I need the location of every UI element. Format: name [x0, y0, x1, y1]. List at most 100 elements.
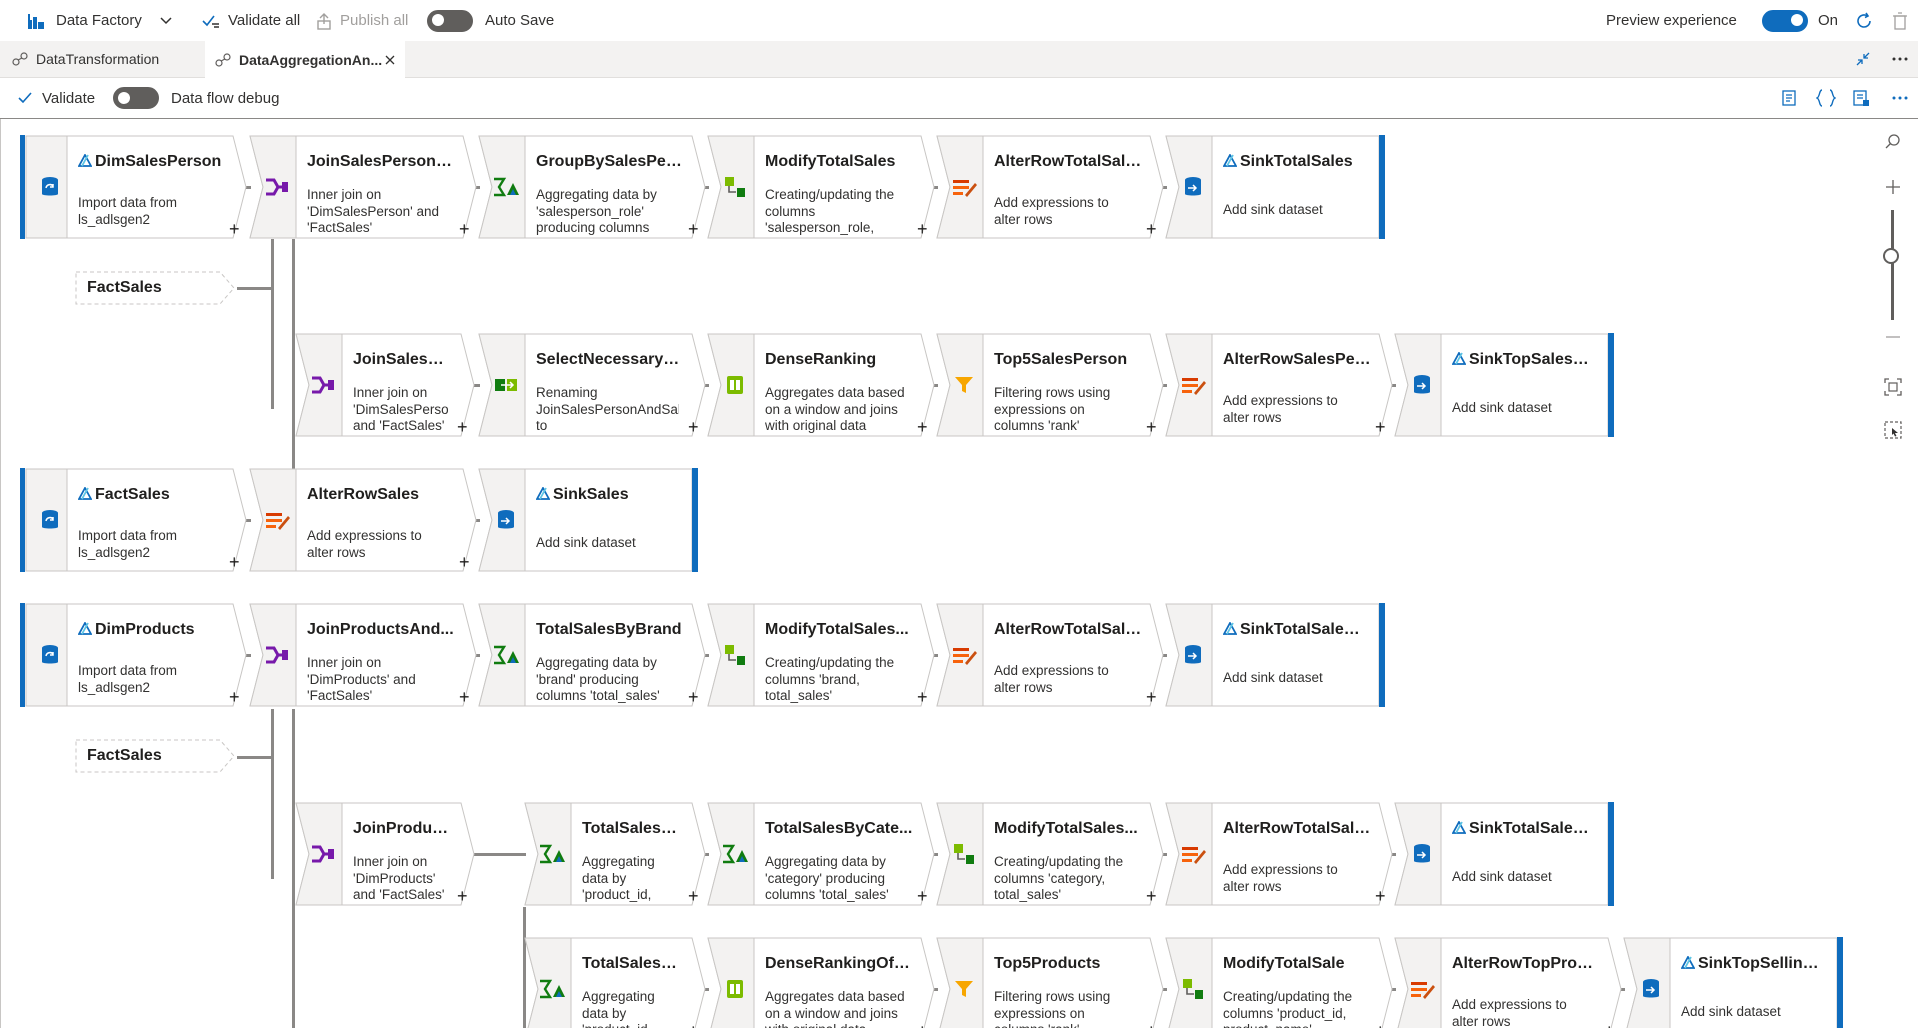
fit-to-screen-icon[interactable] [1884, 378, 1902, 396]
node-title: GroupBySalesPers... [536, 153, 684, 171]
tab-more-button[interactable] [1892, 41, 1908, 77]
node-derive[interactable]: ModifyTotalSales Creating/updating the co… [707, 135, 935, 239]
search-icon[interactable] [1885, 133, 1901, 149]
add-transform-button[interactable]: + [1146, 418, 1157, 436]
validate-all-button[interactable]: Validate all [202, 0, 300, 41]
node-sink[interactable]: SinkTotalSalesB... Add sink dataset [1394, 802, 1614, 906]
add-transform-button[interactable]: + [459, 220, 470, 238]
toolbar-more-button[interactable] [1892, 78, 1908, 118]
add-transform-button[interactable]: + [688, 887, 699, 905]
auto-save-toggle[interactable] [427, 9, 473, 32]
node-title-text: DenseRankingOfP... [765, 955, 913, 972]
add-transform-button[interactable]: + [688, 418, 699, 436]
add-transform-button[interactable]: + [1604, 1022, 1615, 1028]
tab-dataaggregation[interactable]: DataAggregationAn... [205, 41, 405, 78]
node-alter[interactable]: AlterRowSalesPer... Add expressions to al… [1165, 333, 1393, 437]
node-derive[interactable]: ModifyTotalSale Creating/updating the col… [1165, 937, 1393, 1028]
data-factory-menu[interactable]: Data Factory [26, 0, 172, 41]
data-flow-debug-toggle[interactable] [113, 87, 159, 109]
add-transform-button[interactable]: + [229, 220, 240, 238]
node-source[interactable]: DimSalesPerson Import data from ls_adlsge… [20, 135, 247, 239]
add-transform-button[interactable]: + [1375, 1022, 1386, 1028]
add-transform-button[interactable]: + [1146, 220, 1157, 238]
node-source[interactable]: FactSales Import data from ls_adlsgen2 + [20, 468, 247, 572]
node-sink[interactable]: SinkSales Add sink dataset [478, 468, 698, 572]
node-title: TotalSalesByProd... [582, 955, 684, 973]
add-transform-button[interactable]: + [917, 418, 928, 436]
preview-experience-toggle-group[interactable]: On [1762, 0, 1838, 41]
ref-node-factsales[interactable]: FactSales [75, 271, 235, 305]
add-transform-button[interactable]: + [917, 688, 928, 706]
script-button[interactable] [1780, 78, 1798, 118]
node-source[interactable]: DimProducts Import data from ls_adlsgen2 + [20, 603, 247, 707]
node-filter[interactable]: Top5SalesPerson Filtering rows using expr… [936, 333, 1164, 437]
node-window[interactable]: DenseRanking Aggregates data based on a w… [707, 333, 935, 437]
add-transform-button[interactable]: + [1375, 887, 1386, 905]
node-aggregate[interactable]: GroupBySalesPers... Aggregating data by '… [478, 135, 706, 239]
node-title-text: JoinProductsAnd... [307, 621, 454, 638]
node-derive[interactable]: ModifyTotalSales... Creating/updating the… [936, 802, 1164, 906]
node-alter[interactable]: AlterRowSales Add expressions to alter ro… [249, 468, 477, 572]
node-sink[interactable]: SinkTopSalesPe... Add sink dataset [1394, 333, 1614, 437]
node-title: DimSalesPerson [78, 153, 225, 172]
add-transform-button[interactable]: + [688, 220, 699, 238]
node-alter[interactable]: AlterRowTotalSale... Add expressions to a… [936, 603, 1164, 707]
collapse-panel-button[interactable] [1856, 41, 1870, 77]
node-sink[interactable]: SinkTopSellingP... Add sink dataset [1623, 937, 1843, 1028]
code-button[interactable] [1816, 78, 1836, 118]
zoom-out-icon[interactable] [1885, 335, 1901, 339]
refresh-button[interactable] [1854, 0, 1874, 41]
node-derive[interactable]: ModifyTotalSales... Creating/updating the… [707, 603, 935, 707]
add-transform-button[interactable]: + [917, 220, 928, 238]
node-aggregate[interactable]: TotalSalesByProd... Aggregating data by '… [524, 802, 706, 906]
dataflow-canvas[interactable]: FactSales FactSales DimSalesPerson Import… [0, 119, 1918, 1028]
add-transform-button[interactable]: + [459, 553, 470, 571]
node-aggregate[interactable]: TotalSalesByCate... Aggregating data by '… [707, 802, 935, 906]
data-flow-debug-group[interactable]: Data flow debug [113, 78, 279, 118]
node-alter[interactable]: AlterRowTopProd... Add expressions to alt… [1394, 937, 1622, 1028]
tab-datatransformation[interactable]: DataTransformation [0, 41, 204, 77]
preview-experience-toggle[interactable] [1762, 9, 1808, 32]
zoom-slider-thumb[interactable] [1883, 248, 1899, 264]
ref-node-label: FactSales [87, 747, 162, 764]
validate-button[interactable]: Validate [18, 78, 95, 118]
auto-save-toggle-group[interactable]: Auto Save [427, 0, 554, 41]
add-transform-button[interactable]: + [1146, 887, 1157, 905]
node-sink[interactable]: SinkTotalSalesB... Add sink dataset [1165, 603, 1385, 707]
node-select[interactable]: SelectNecessaryC... Renaming JoinSalesPer… [478, 333, 706, 437]
add-transform-button[interactable]: + [1375, 418, 1386, 436]
node-join[interactable]: JoinProductsAnd... Inner join on 'DimProd… [249, 603, 477, 707]
node-alter[interactable]: AlterRowTotalSale... Add expressions to a… [1165, 802, 1393, 906]
select-region-icon[interactable] [1884, 421, 1902, 439]
add-transform-button[interactable]: + [229, 553, 240, 571]
zoom-slider-track[interactable] [1891, 210, 1894, 320]
add-transform-button[interactable]: + [688, 1022, 699, 1028]
node-title: SinkTotalSalesB... [1452, 820, 1592, 839]
add-transform-button[interactable]: + [457, 887, 468, 905]
add-transform-button[interactable]: + [917, 887, 928, 905]
zoom-in-icon[interactable] [1885, 179, 1901, 195]
add-transform-button[interactable]: + [229, 688, 240, 706]
discard-button[interactable] [1892, 0, 1908, 41]
node-aggregate[interactable]: TotalSalesByBrand Aggregating data by 'br… [478, 603, 706, 707]
add-transform-button[interactable]: + [688, 688, 699, 706]
node-join[interactable]: JoinSalesPersonA... Inner join on 'DimSal… [249, 135, 477, 239]
node-join[interactable]: JoinProductsAnd... Inner join on 'DimProd… [295, 802, 475, 906]
publish-all-button[interactable]: Publish all [316, 0, 408, 41]
add-transform-button[interactable]: + [459, 688, 470, 706]
node-sink[interactable]: SinkTotalSales Add sink dataset [1165, 135, 1385, 239]
node-title-text: TotalSalesByBrand [536, 621, 682, 638]
add-transform-button[interactable]: + [457, 418, 468, 436]
node-description: Import data from ls_adlsgen2 [78, 663, 178, 695]
add-transform-button[interactable]: + [1146, 688, 1157, 706]
node-window[interactable]: DenseRankingOfP... Aggregates data based … [707, 937, 935, 1028]
add-transform-button[interactable]: + [1146, 1022, 1157, 1028]
node-aggregate[interactable]: TotalSalesByProd... Aggregating data by '… [524, 937, 706, 1028]
node-join[interactable]: JoinSalesPersonA... Inner join on 'DimSal… [295, 333, 475, 437]
node-filter[interactable]: Top5Products Filtering rows using express… [936, 937, 1164, 1028]
ref-node-factsales[interactable]: FactSales [75, 739, 235, 773]
properties-button[interactable] [1852, 78, 1870, 118]
add-transform-button[interactable]: + [917, 1022, 928, 1028]
node-alter[interactable]: AlterRowTotalSales Add expressions to alt… [936, 135, 1164, 239]
close-icon[interactable] [385, 55, 395, 65]
